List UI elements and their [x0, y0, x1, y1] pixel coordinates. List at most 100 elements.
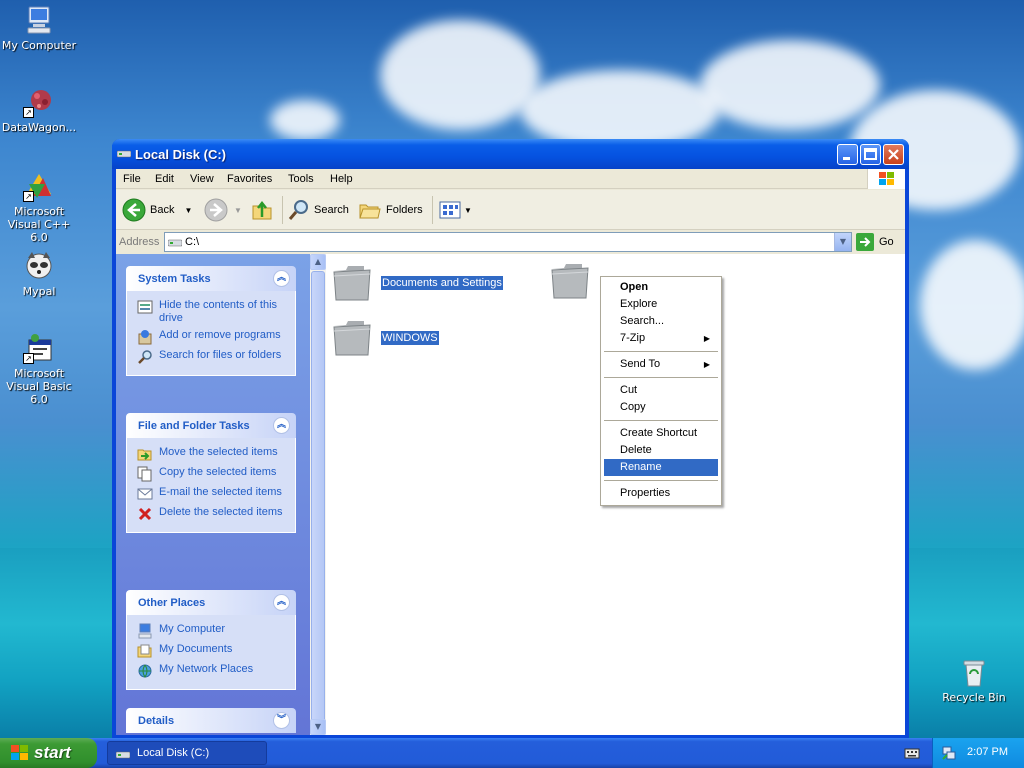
folder-item[interactable] [332, 262, 372, 305]
close-icon [888, 149, 899, 160]
menu-separator [604, 351, 718, 352]
place-label: My Network Places [159, 663, 254, 675]
task-search-files[interactable]: Search for files or folders [137, 349, 287, 365]
menu-item-label: 7-Zip [620, 332, 646, 344]
menu-favorites[interactable]: Favorites [227, 173, 272, 185]
desktop-icon-visual-cpp[interactable]: ↗ Microsoft Visual C++ 6.0 [0, 170, 78, 244]
desktop-icon-label: DataWagon... [1, 121, 77, 134]
desktop-icon-datawagon[interactable]: ↗ DataWagon... [0, 86, 78, 134]
task-label: Move the selected items [159, 446, 278, 458]
forward-button[interactable]: ▼ [204, 196, 242, 224]
scroll-down-arrow-icon[interactable]: ▼ [310, 719, 326, 735]
go-label: Go [879, 236, 894, 248]
folders-button[interactable]: Folders [358, 196, 423, 224]
network-tray-icon[interactable] [941, 745, 957, 761]
menu-tools[interactable]: Tools [288, 173, 314, 185]
cloud [700, 40, 880, 130]
scroll-thumb[interactable] [311, 271, 325, 724]
desktop-icon-mypal[interactable]: Mypal [0, 250, 78, 298]
menu-help[interactable]: Help [330, 173, 353, 185]
folders-icon [359, 204, 381, 219]
folder-item[interactable] [332, 317, 372, 360]
place-my-documents[interactable]: My Documents [137, 643, 287, 659]
recycle-bin-icon [958, 656, 990, 688]
task-pane-scrollbar[interactable]: ▲ ▼ [310, 254, 326, 735]
mypal-icon [23, 250, 55, 282]
back-arrow-icon [122, 198, 146, 222]
details-header[interactable]: Details ︾ [126, 708, 296, 733]
clock: 2:07 PM [967, 746, 1008, 758]
menu-view[interactable]: View [190, 173, 214, 185]
move-icon [137, 449, 152, 461]
menu-item-cut[interactable]: Cut [604, 382, 718, 399]
back-button[interactable]: Back ▼ [122, 196, 192, 224]
forward-dropdown-icon[interactable]: ▼ [234, 206, 242, 215]
title-bar[interactable]: Local Disk (C:) [112, 139, 909, 169]
close-button[interactable] [883, 144, 904, 165]
menu-item-explore[interactable]: Explore [604, 296, 718, 313]
scroll-up-arrow-icon[interactable]: ▲ [310, 254, 326, 270]
place-my-network-places[interactable]: My Network Places [137, 663, 287, 679]
task-email-items[interactable]: E-mail the selected items [137, 486, 287, 502]
menu-item-rename[interactable]: Rename [604, 459, 718, 476]
go-button[interactable]: Go [856, 233, 894, 251]
place-my-computer[interactable]: My Computer [137, 623, 287, 639]
collapse-chevron-icon[interactable]: ︽ [273, 270, 290, 287]
task-pane: System Tasks ︽ Hide the contents of this… [116, 254, 310, 735]
minimize-icon [843, 157, 850, 160]
drive-icon [168, 239, 182, 247]
menu-edit[interactable]: Edit [155, 173, 174, 185]
explorer-window: Local Disk (C:) File Edit View Favorites… [112, 139, 909, 738]
task-hide-drive-contents[interactable]: Hide the contents of this drive [137, 299, 287, 325]
menu-item-delete[interactable]: Delete [604, 442, 718, 459]
folder-label[interactable]: WINDOWS [381, 331, 439, 345]
task-move-items[interactable]: Move the selected items [137, 446, 287, 462]
menu-item-7zip[interactable]: 7-Zip ▶ [604, 330, 718, 347]
shortcut-arrow-icon: ↗ [23, 107, 34, 118]
file-folder-tasks-header[interactable]: File and Folder Tasks ︽ [126, 413, 296, 438]
system-tasks-header[interactable]: System Tasks ︽ [126, 266, 296, 291]
folder-label[interactable]: Documents and Settings [381, 276, 503, 290]
toolbar: Back ▼ ▼ Search Folders ▼ [116, 190, 905, 230]
keyboard-icon[interactable] [904, 746, 920, 760]
menu-file[interactable]: File [123, 173, 141, 185]
menu-item-properties[interactable]: Properties [604, 485, 718, 502]
collapse-chevron-icon[interactable]: ︽ [273, 417, 290, 434]
address-dropdown-icon[interactable]: ▼ [834, 233, 851, 251]
expand-chevron-icon[interactable]: ︾ [273, 712, 290, 729]
maximize-button[interactable] [860, 144, 881, 165]
task-label: Delete the selected items [159, 506, 283, 518]
task-delete-items[interactable]: Delete the selected items [137, 506, 287, 522]
desktop-icon-recycle-bin[interactable]: Recycle Bin [935, 656, 1013, 704]
views-button[interactable]: ▼ [438, 196, 472, 224]
up-folder-button[interactable] [250, 196, 274, 224]
task-copy-items[interactable]: Copy the selected items [137, 466, 287, 482]
menu-item-search[interactable]: Search... [604, 313, 718, 330]
folder-item-right-clicked[interactable] [550, 260, 590, 303]
minimize-button[interactable] [837, 144, 858, 165]
desktop-icon-label: Microsoft Visual Basic 6.0 [6, 367, 72, 406]
back-dropdown-icon[interactable]: ▼ [184, 206, 192, 215]
search-label: Search [314, 204, 349, 216]
start-label: start [34, 743, 71, 762]
menu-item-open[interactable]: Open [604, 279, 718, 296]
panel-title: Other Places [138, 597, 206, 609]
desktop-icon-my-computer[interactable]: My Computer [0, 4, 78, 52]
collapse-chevron-icon[interactable]: ︽ [273, 594, 290, 611]
menu-item-send-to[interactable]: Send To ▶ [604, 356, 718, 373]
datawagon-icon: ↗ [23, 86, 55, 118]
task-add-remove-programs[interactable]: Add or remove programs [137, 329, 287, 345]
start-button[interactable]: start [0, 738, 97, 768]
address-input[interactable]: C:\ ▼ [164, 232, 852, 252]
desktop-icon-label: Recycle Bin [942, 691, 1006, 704]
submenu-arrow-icon: ▶ [703, 334, 710, 343]
menu-item-copy[interactable]: Copy [604, 399, 718, 416]
up-folder-icon [252, 200, 272, 220]
other-places-header[interactable]: Other Places ︽ [126, 590, 296, 615]
forward-arrow-icon [204, 198, 228, 222]
search-button[interactable]: Search [287, 196, 349, 224]
taskbar-window-button[interactable]: Local Disk (C:) [107, 741, 267, 765]
shortcut-arrow-icon: ↗ [23, 353, 34, 364]
menu-item-create-shortcut[interactable]: Create Shortcut [604, 425, 718, 442]
desktop-icon-visual-basic[interactable]: ↗ Microsoft Visual Basic 6.0 [0, 332, 78, 406]
